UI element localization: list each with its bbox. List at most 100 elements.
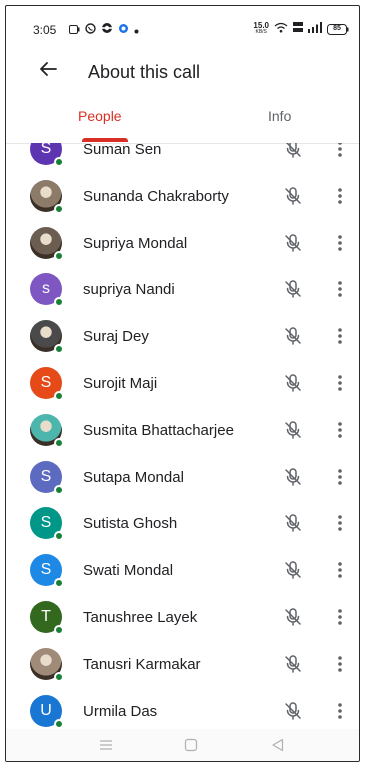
back-triangle-icon[interactable] bbox=[270, 737, 286, 753]
participant-name: Swati Mondal bbox=[83, 562, 174, 580]
participant-name: Sunanda Chakraborty bbox=[83, 187, 229, 205]
participant-row[interactable]: U Urmila Das bbox=[6, 688, 359, 733]
online-status-dot bbox=[54, 531, 64, 542]
participant-row[interactable]: S Sutista Ghosh bbox=[6, 500, 359, 547]
app-bar: About this call bbox=[6, 46, 359, 98]
more-vert-icon[interactable] bbox=[336, 232, 344, 254]
more-vert-icon[interactable] bbox=[336, 559, 344, 581]
avatar-initial: s bbox=[42, 280, 50, 298]
participant-name: Tanushree Layek bbox=[83, 609, 198, 626]
more-vert-icon[interactable] bbox=[336, 325, 344, 347]
tab-bar: People Info bbox=[6, 98, 359, 144]
participant-name: Sutista Ghosh bbox=[83, 515, 178, 533]
online-status-dot bbox=[54, 484, 64, 495]
mic-off-icon[interactable] bbox=[282, 512, 304, 534]
more-vert-icon[interactable] bbox=[336, 419, 344, 441]
screen-cast-icon bbox=[69, 21, 80, 39]
participant-name: Sutapa Mondal bbox=[83, 468, 184, 486]
volte-icon bbox=[293, 20, 303, 38]
more-vert-icon[interactable] bbox=[336, 606, 344, 628]
participant-row[interactable]: Suraj Dey bbox=[6, 313, 359, 360]
mic-off-icon[interactable] bbox=[282, 419, 304, 441]
app-notification-icon bbox=[118, 21, 129, 39]
avatar-initial: S bbox=[40, 514, 52, 532]
avatar-initial: S bbox=[40, 374, 52, 391]
avatar-initial: U bbox=[40, 701, 52, 719]
participant-row[interactable]: T Tanushree Layek bbox=[6, 594, 359, 641]
more-vert-icon[interactable] bbox=[336, 653, 344, 675]
more-notifications-icon bbox=[134, 21, 139, 39]
participant-row[interactable]: Supriya Mondal bbox=[6, 220, 359, 267]
whatsapp-icon bbox=[85, 21, 96, 39]
participant-row[interactable]: S Sutapa Mondal bbox=[6, 454, 359, 501]
online-status-dot bbox=[54, 437, 64, 448]
participant-row[interactable]: S Swati Mondal bbox=[6, 547, 359, 594]
wifi-icon bbox=[274, 20, 288, 38]
menu-icon[interactable] bbox=[98, 737, 114, 753]
participant-name: Supriya Mondal bbox=[83, 234, 188, 252]
online-status-dot bbox=[54, 718, 64, 729]
notification-icons bbox=[69, 21, 139, 39]
online-status-dot bbox=[54, 391, 64, 401]
status-time: 3:05 bbox=[33, 23, 57, 37]
page-title: About this call bbox=[88, 62, 201, 82]
more-vert-icon[interactable] bbox=[336, 372, 344, 394]
tab-info[interactable]: Info bbox=[268, 108, 291, 124]
phone-screen: 3:05 15.0 KB/S 85 About this call People… bbox=[5, 5, 360, 762]
mic-off-icon[interactable] bbox=[282, 466, 304, 488]
mic-off-icon[interactable] bbox=[282, 143, 304, 160]
more-vert-icon[interactable] bbox=[336, 143, 344, 160]
mic-off-icon[interactable] bbox=[282, 372, 304, 394]
tab-people[interactable]: People bbox=[78, 108, 122, 124]
online-status-dot bbox=[54, 578, 64, 589]
avatar-initial: S bbox=[40, 467, 52, 485]
more-vert-icon[interactable] bbox=[336, 185, 344, 207]
mic-off-icon[interactable] bbox=[282, 559, 304, 581]
avatar-initial: S bbox=[40, 143, 52, 157]
participant-name: Urmila Das bbox=[83, 702, 158, 720]
mic-off-icon[interactable] bbox=[282, 653, 304, 675]
online-status-dot bbox=[54, 297, 64, 308]
participant-name: Suman Sen bbox=[83, 143, 162, 158]
online-status-dot bbox=[54, 625, 64, 635]
more-vert-icon[interactable] bbox=[336, 278, 344, 300]
participant-list[interactable]: S Suman Sen Sunanda Chakraborty Supriya Mon… bbox=[6, 143, 359, 733]
participant-name: Susmita Bhattacharjee bbox=[83, 421, 234, 439]
more-vert-icon[interactable] bbox=[336, 466, 344, 488]
participant-row[interactable]: Tanusri Karmakar bbox=[6, 641, 359, 688]
participant-row[interactable]: s supriya Nandi bbox=[6, 266, 359, 313]
steering-icon bbox=[101, 21, 113, 39]
system-icons: 15.0 KB/S 85 bbox=[253, 20, 349, 38]
mic-off-icon[interactable] bbox=[282, 185, 304, 207]
participant-name: Surojit Maji bbox=[83, 375, 158, 392]
mic-off-icon[interactable] bbox=[282, 232, 304, 254]
participant-row[interactable]: S Suman Sen bbox=[6, 143, 359, 173]
tab-indicator bbox=[82, 138, 128, 142]
mic-off-icon[interactable] bbox=[282, 606, 304, 628]
mic-off-icon[interactable] bbox=[282, 700, 304, 722]
online-status-dot bbox=[54, 250, 64, 261]
participant-row[interactable]: Sunanda Chakraborty bbox=[6, 173, 359, 220]
status-bar: 3:05 15.0 KB/S 85 bbox=[6, 6, 359, 46]
online-status-dot bbox=[54, 157, 64, 167]
mic-off-icon[interactable] bbox=[282, 278, 304, 300]
participant-name: Tanusri Karmakar bbox=[83, 655, 201, 673]
online-status-dot bbox=[54, 671, 64, 682]
participant-row[interactable]: S Surojit Maji bbox=[6, 360, 359, 407]
online-status-dot bbox=[54, 203, 64, 214]
home-square-icon[interactable] bbox=[183, 737, 199, 753]
arrow-left-icon[interactable] bbox=[36, 57, 60, 81]
avatar-initial: S bbox=[40, 561, 52, 579]
net-speed: 15.0 KB/S bbox=[253, 21, 269, 36]
avatar-initial: T bbox=[41, 608, 51, 625]
system-nav-bar bbox=[6, 729, 359, 761]
mic-off-icon[interactable] bbox=[282, 325, 304, 347]
participant-row[interactable]: Susmita Bhattacharjee bbox=[6, 407, 359, 454]
online-status-dot bbox=[54, 344, 64, 355]
participant-name: supriya Nandi bbox=[83, 281, 175, 299]
more-vert-icon[interactable] bbox=[336, 512, 344, 534]
battery-icon: 85 bbox=[327, 23, 349, 35]
more-vert-icon[interactable] bbox=[336, 700, 344, 722]
participant-name: Suraj Dey bbox=[83, 328, 149, 346]
signal-icon bbox=[308, 20, 322, 38]
